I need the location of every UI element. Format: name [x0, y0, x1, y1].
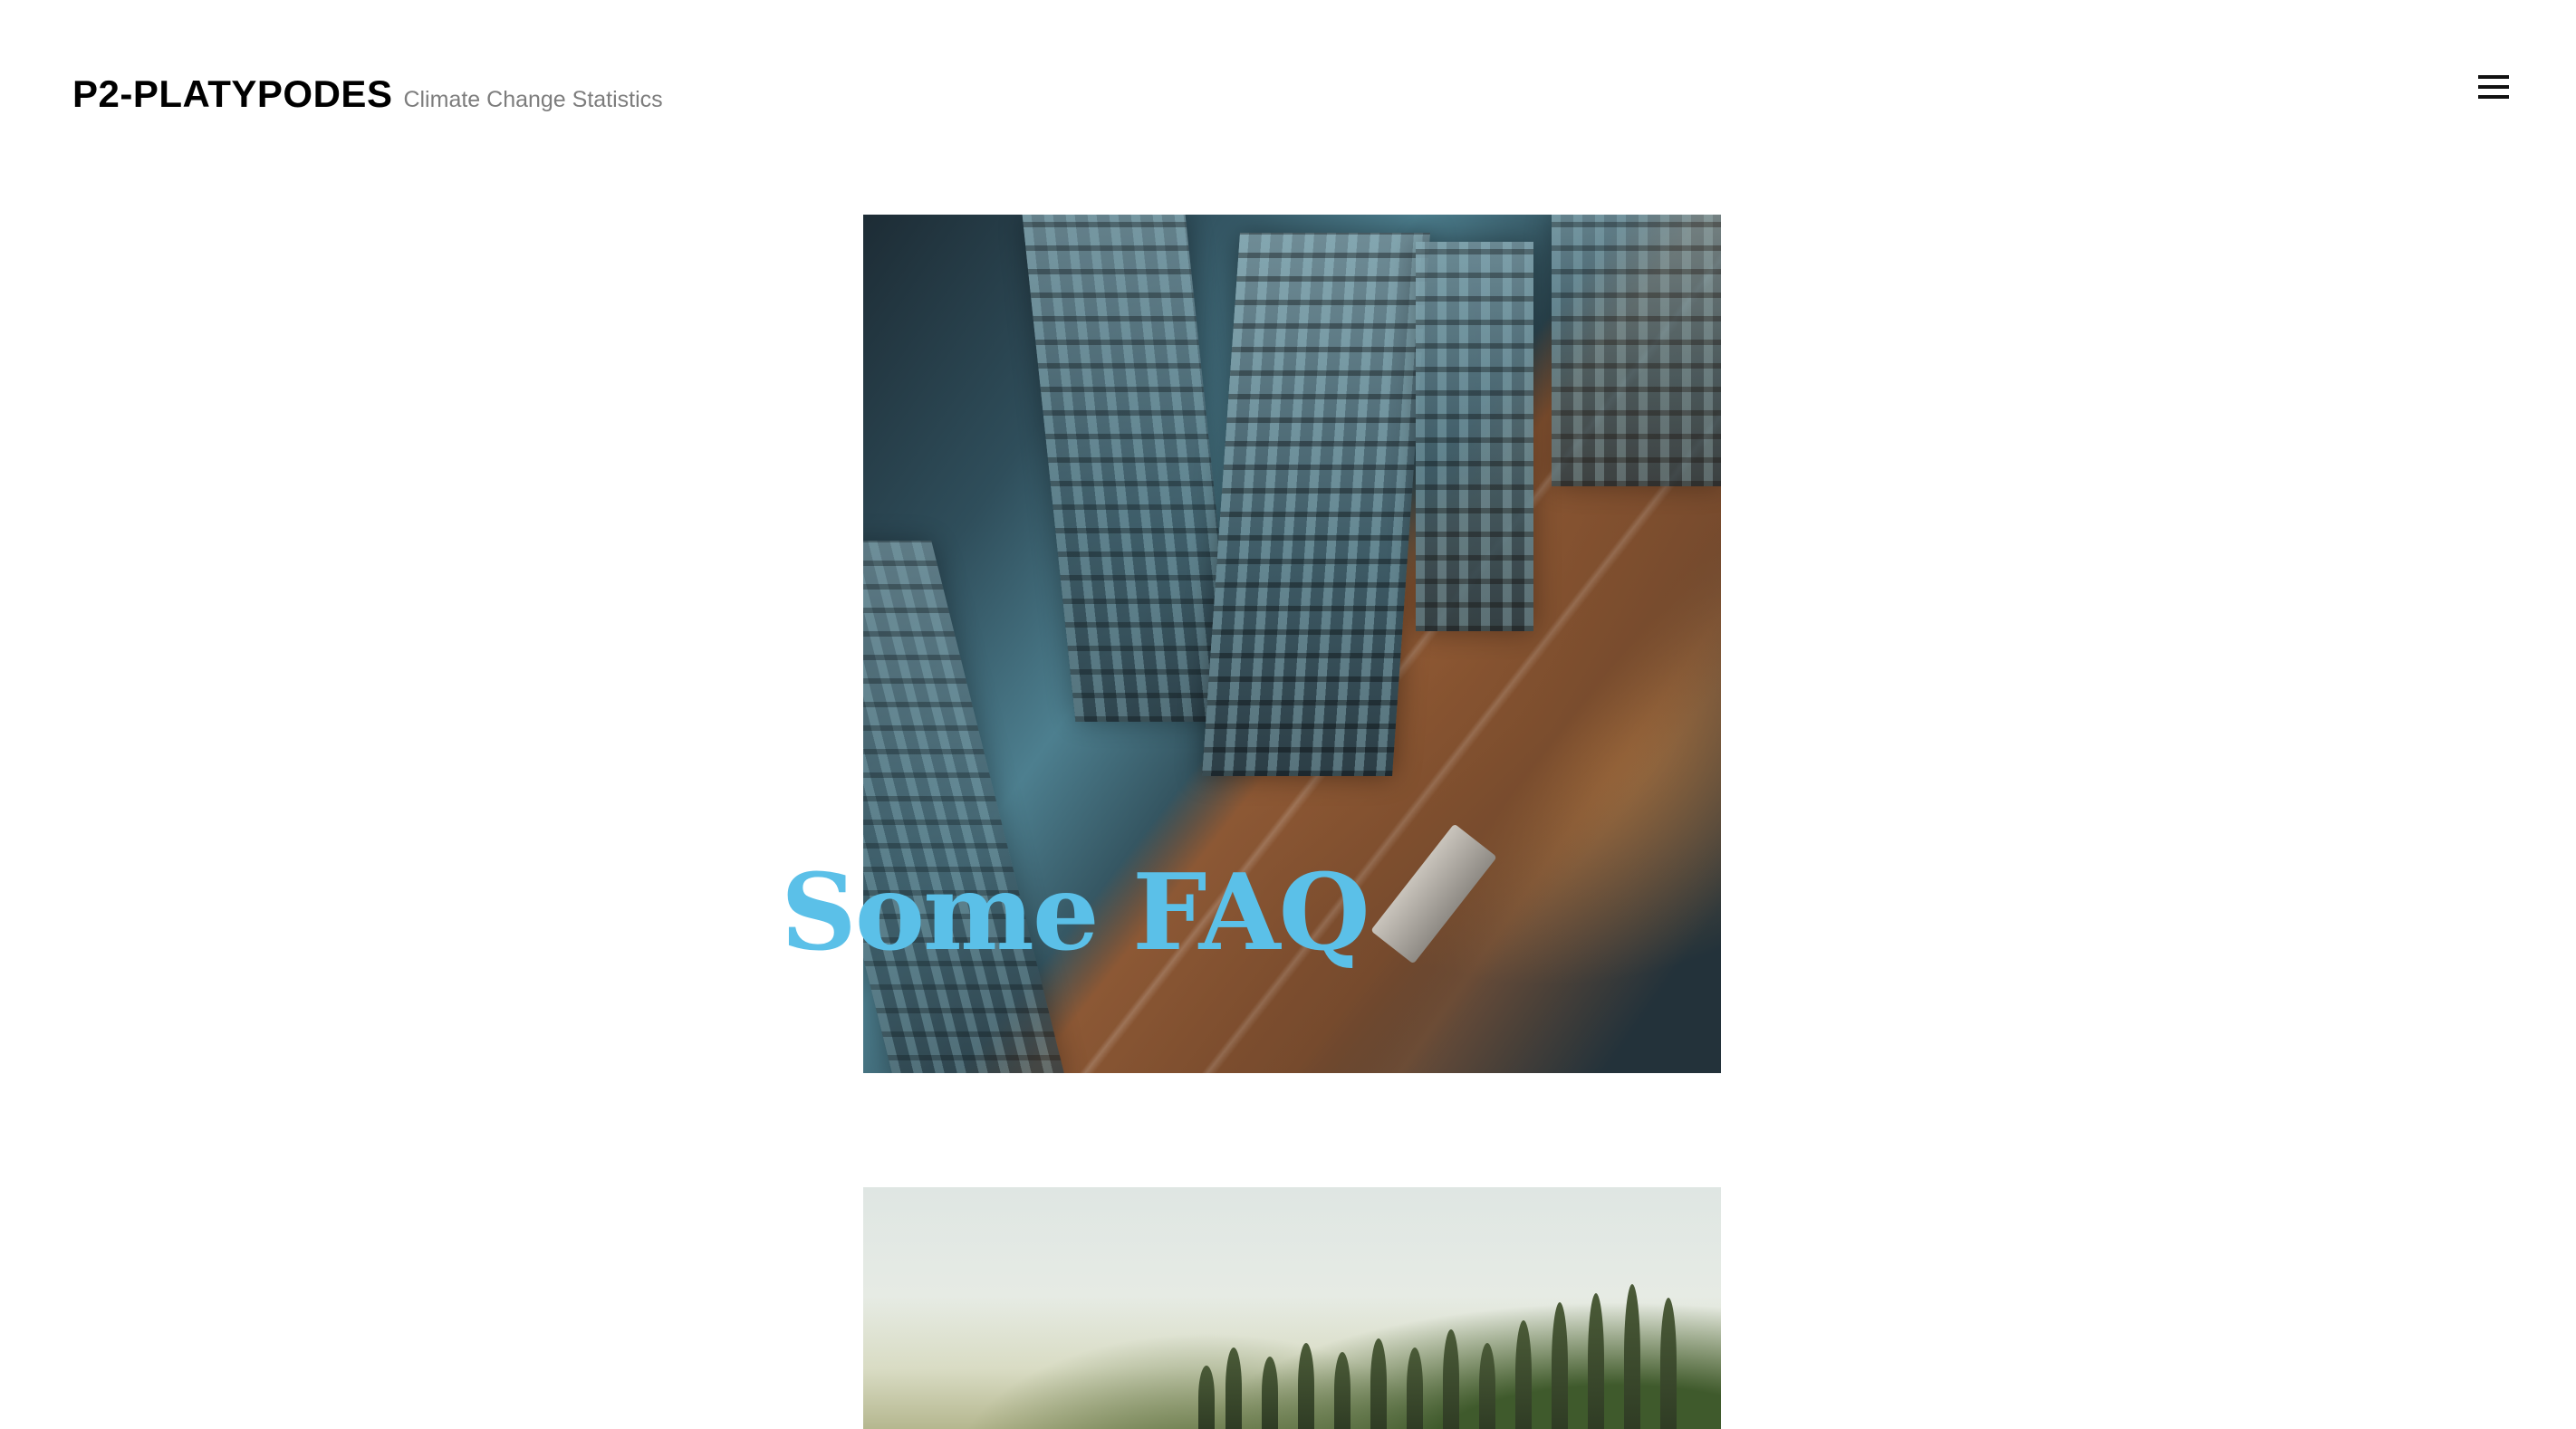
- photo-tree: [1552, 1302, 1568, 1429]
- trees-landscape-photo: [863, 1187, 1721, 1429]
- photo-building: [1022, 215, 1239, 722]
- post-tile-image-second[interactable]: [863, 1187, 1721, 1429]
- photo-building: [863, 541, 1067, 1073]
- photo-tree: [1479, 1343, 1495, 1429]
- photo-tree: [1298, 1343, 1314, 1429]
- photo-building: [1552, 215, 1721, 486]
- post-title-link[interactable]: Some FAQ: [781, 860, 1370, 965]
- hamburger-menu-icon[interactable]: [2478, 69, 2511, 105]
- photo-building: [1416, 242, 1533, 631]
- photo-tree: [1660, 1298, 1677, 1429]
- photo-tree: [1226, 1347, 1242, 1429]
- page: P2-PLATYPODES Climate Change Statistics …: [0, 0, 2576, 1429]
- photo-tree: [1407, 1347, 1423, 1429]
- menu-bar: [2478, 95, 2509, 99]
- photo-tree: [1588, 1293, 1604, 1429]
- photo-tree: [1515, 1320, 1532, 1429]
- photo-tree: [1443, 1329, 1459, 1429]
- photo-tree: [1370, 1338, 1387, 1429]
- site-title-link[interactable]: P2-PLATYPODES: [72, 72, 392, 116]
- photo-bus: [1370, 823, 1497, 964]
- menu-bar: [2478, 85, 2509, 89]
- photo-tree: [1262, 1357, 1278, 1429]
- photo-tree: [1624, 1284, 1640, 1429]
- photo-tree: [1198, 1366, 1215, 1429]
- site-tagline: Climate Change Statistics: [403, 87, 663, 112]
- menu-bar: [2478, 75, 2509, 79]
- photo-tree: [1334, 1352, 1350, 1429]
- site-header: P2-PLATYPODES Climate Change Statistics: [72, 72, 663, 116]
- photo-building: [1202, 233, 1430, 776]
